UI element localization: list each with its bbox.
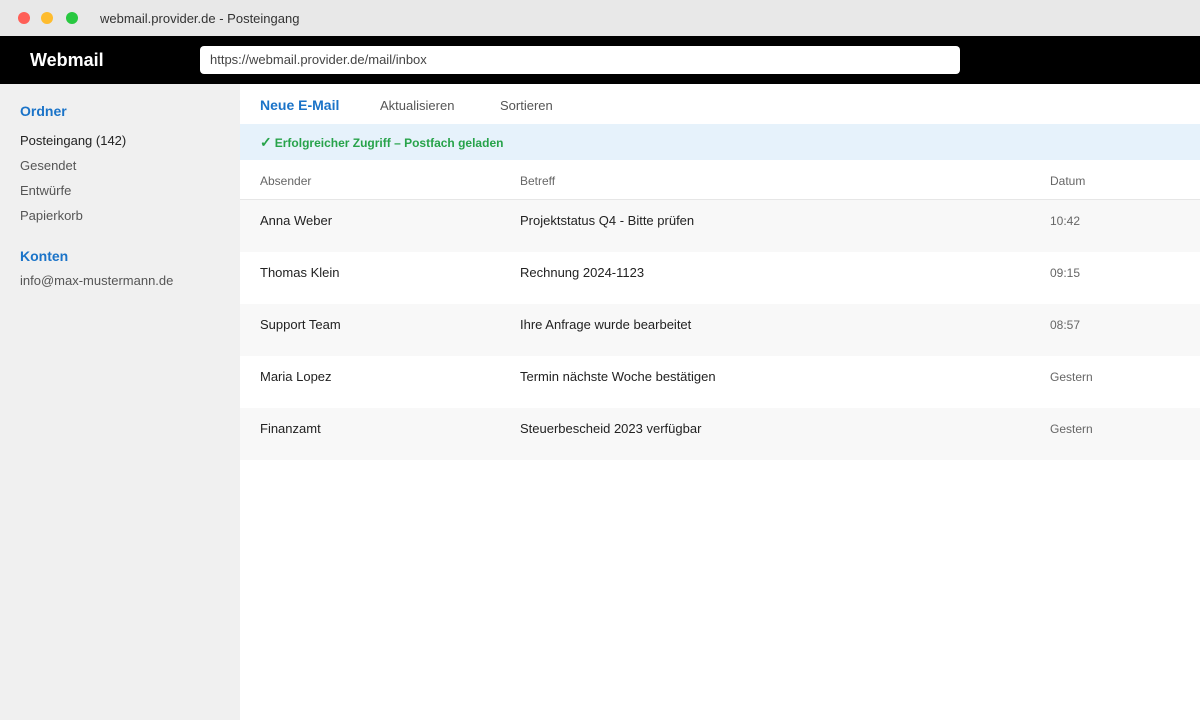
- folders-heading: Ordner: [20, 103, 67, 119]
- sidebar-item-drafts[interactable]: Entwürfe: [20, 183, 71, 199]
- table-header: Absender Betreff Datum: [240, 160, 1200, 200]
- sort-button[interactable]: Sortieren: [500, 98, 553, 114]
- sidebar-item-inbox[interactable]: Posteingang (142): [20, 133, 126, 149]
- row-sender: Maria Lopez: [260, 369, 332, 384]
- row-date: 09:15: [1050, 266, 1081, 280]
- column-header-subject[interactable]: Betreff: [520, 173, 555, 189]
- sidebar-item-account[interactable]: info@max-mustermann.de: [20, 273, 173, 289]
- mail-toolbar: Neue E-Mail Aktualisieren Sortieren: [240, 84, 1200, 124]
- sidebar-item-sent[interactable]: Gesendet: [20, 158, 76, 174]
- row-sender: Support Team: [260, 317, 341, 332]
- minimize-window-button[interactable]: [41, 12, 53, 24]
- row-date: Gestern: [1050, 370, 1093, 384]
- row-date: Gestern: [1050, 422, 1093, 436]
- message-list: Anna Weber Projektstatus Q4 - Bitte prüf…: [240, 200, 1200, 460]
- main-content: Neue E-Mail Aktualisieren Sortieren ✓ Erf…: [240, 84, 1200, 720]
- app-header: Webmail: [0, 36, 1200, 84]
- row-date: 10:42: [1050, 214, 1081, 228]
- row-subject: Projektstatus Q4 - Bitte prüfen: [520, 213, 695, 228]
- table-row[interactable]: Maria Lopez Termin nächste Woche bestäti…: [240, 356, 1200, 408]
- window-title: webmail.provider.de - Posteingang: [100, 11, 300, 26]
- window-titlebar: webmail.provider.de - Posteingang: [0, 0, 1200, 36]
- url-input[interactable]: [200, 46, 960, 74]
- row-date: 08:57: [1050, 318, 1081, 332]
- brand-logo: Webmail: [30, 50, 104, 70]
- column-header-sender[interactable]: Absender: [260, 173, 311, 189]
- sidebar: Ordner Posteingang (142) Gesendet Entwür…: [0, 84, 240, 720]
- sidebar-item-trash[interactable]: Papierkorb: [20, 208, 83, 224]
- maximize-window-button[interactable]: [66, 12, 78, 24]
- row-subject: Ihre Anfrage wurde bearbeitet: [520, 317, 692, 332]
- row-subject: Rechnung 2024-1123: [520, 265, 645, 280]
- accounts-heading: Konten: [20, 248, 69, 264]
- table-row[interactable]: Thomas Klein Rechnung 2024-1123 09:15: [240, 252, 1200, 304]
- table-row[interactable]: Finanzamt Steuerbescheid 2023 verfügbar …: [240, 408, 1200, 460]
- row-subject: Steuerbescheid 2023 verfügbar: [520, 421, 702, 436]
- column-header-date[interactable]: Datum: [1050, 173, 1085, 189]
- row-sender: Anna Weber: [260, 213, 333, 228]
- row-subject: Termin nächste Woche bestätigen: [520, 369, 716, 384]
- row-sender: Thomas Klein: [260, 265, 340, 280]
- table-row[interactable]: Support Team Ihre Anfrage wurde bearbeit…: [240, 304, 1200, 356]
- compose-button[interactable]: Neue E-Mail: [260, 97, 339, 113]
- row-sender: Finanzamt: [260, 421, 321, 436]
- status-banner: ✓ Erfolgreicher Zugriff – Postfach gelade…: [240, 124, 1200, 160]
- check-icon: ✓: [260, 134, 272, 150]
- table-row[interactable]: Anna Weber Projektstatus Q4 - Bitte prüf…: [240, 200, 1200, 252]
- status-text: Erfolgreicher Zugriff – Postfach geladen: [274, 136, 504, 150]
- refresh-button[interactable]: Aktualisieren: [380, 98, 454, 114]
- close-window-button[interactable]: [18, 12, 30, 24]
- status-message: ✓ Erfolgreicher Zugriff – Postfach gelade…: [260, 134, 503, 151]
